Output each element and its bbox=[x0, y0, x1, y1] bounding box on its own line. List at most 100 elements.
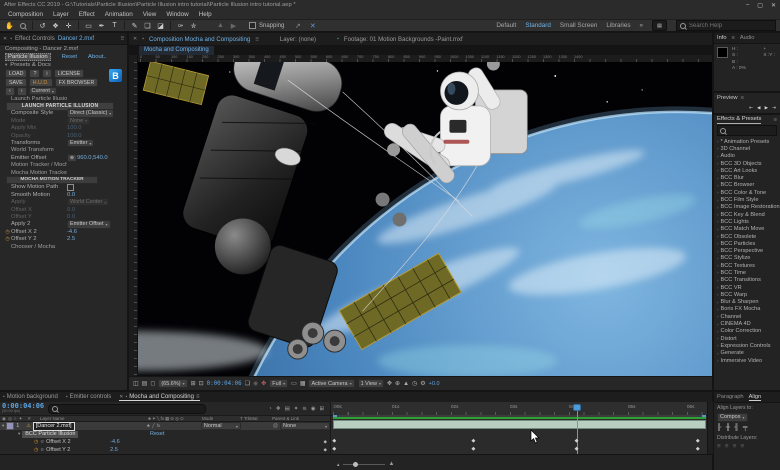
workspace-standard[interactable]: Standard bbox=[525, 22, 551, 29]
effect-controls-tab[interactable]: Effect Controls bbox=[15, 35, 55, 42]
exposure-value[interactable]: +0.0 bbox=[429, 381, 440, 387]
hand-tool[interactable]: ✋ bbox=[4, 20, 15, 31]
keyframe-diamond[interactable]: ◆ bbox=[696, 438, 700, 444]
primary-viewer-icon[interactable]: ▤ bbox=[142, 380, 148, 387]
snapping-checkbox[interactable] bbox=[249, 22, 256, 29]
effect-category-distort[interactable]: ›Distort bbox=[714, 335, 780, 342]
license-button[interactable]: LICENSE bbox=[54, 69, 85, 78]
twirl-right-icon[interactable]: › bbox=[717, 256, 719, 261]
shape-tool[interactable]: ▭ bbox=[83, 20, 94, 31]
timeline-track-area[interactable]: :00s01s02s03s04s05s06s ◆◆◆◆◆◆◆◆ bbox=[330, 402, 708, 454]
info-button[interactable]: i bbox=[42, 69, 51, 78]
align-horizontal-center-button[interactable]: ╫ bbox=[726, 424, 731, 431]
menu-animation[interactable]: Animation bbox=[105, 11, 133, 18]
twirl-right-icon[interactable]: › bbox=[717, 314, 719, 319]
twirl-right-icon[interactable]: › bbox=[717, 161, 719, 166]
twirl-down-icon[interactable]: ▾ bbox=[2, 423, 4, 429]
align-right-button[interactable]: ╢ bbox=[734, 424, 739, 431]
workspace-small-screen[interactable]: Small Screen bbox=[560, 22, 597, 29]
timeline-button-icon[interactable]: ◷ bbox=[412, 380, 417, 387]
transparency-grid-icon[interactable]: ▦ bbox=[300, 380, 306, 387]
panel-menu-icon[interactable]: ≡ bbox=[774, 117, 777, 123]
twirl-right-icon[interactable]: › bbox=[717, 146, 719, 151]
tab-paragraph[interactable]: Paragraph bbox=[717, 394, 744, 400]
effect-category-generate[interactable]: ›Generate bbox=[714, 350, 780, 357]
prev-preset-button[interactable]: ‹ bbox=[5, 87, 15, 96]
clone-stamp-tool[interactable]: ❏ bbox=[142, 20, 153, 31]
reset-link[interactable]: Reset bbox=[62, 54, 77, 60]
frame-blending-icon[interactable]: ✦ bbox=[294, 406, 299, 412]
property-value[interactable]: -4.6 bbox=[110, 439, 119, 445]
effect-category-bcc-obsolete[interactable]: ›BCC Obsolete bbox=[714, 233, 780, 240]
brainstorm-icon[interactable]: ◉ bbox=[311, 406, 316, 412]
effect-name[interactable]: Particle Illusion bbox=[5, 53, 51, 61]
workspace-default[interactable]: Default bbox=[496, 22, 516, 29]
zoom-in-mountain-icon[interactable]: ▲ bbox=[388, 461, 394, 467]
keyframe-diamond[interactable]: ◆ bbox=[575, 446, 579, 452]
snapshot-icon[interactable]: ❑ bbox=[245, 380, 250, 387]
solo-column-icon[interactable]: ○ bbox=[14, 416, 17, 422]
menu-effect[interactable]: Effect bbox=[79, 11, 95, 18]
close-button[interactable]: ✕ bbox=[771, 2, 776, 9]
effects-search-box[interactable] bbox=[717, 125, 777, 136]
effect-category-bcc-match-move[interactable]: ›BCC Match Move bbox=[714, 226, 780, 233]
layer-switch-icon[interactable]: ♣ bbox=[147, 423, 150, 429]
effect-category-boris-fx-mocha[interactable]: ›Boris FX Mocha bbox=[714, 306, 780, 313]
timeline-search-box[interactable] bbox=[48, 404, 206, 414]
roto-brush-tool[interactable]: ✑ bbox=[175, 20, 186, 31]
panel-menu-icon[interactable]: ≡ bbox=[732, 35, 735, 41]
panel-menu-icon[interactable]: ≡ bbox=[255, 36, 259, 43]
about-link[interactable]: About.. bbox=[88, 54, 107, 60]
audio-column-icon[interactable]: ◎ bbox=[8, 416, 12, 422]
type-tool[interactable]: T bbox=[109, 20, 120, 31]
param-value[interactable]: 100.0 bbox=[67, 125, 82, 131]
keyframe-diamond[interactable]: ◆ bbox=[471, 438, 475, 444]
layer-duration-bar[interactable] bbox=[333, 420, 706, 429]
tab-info[interactable]: Info bbox=[717, 35, 727, 41]
time-ruler[interactable]: :00s01s02s03s04s05s06s bbox=[331, 402, 708, 416]
effect-category-bcc-image-restoration[interactable]: ›BCC Image Restoration bbox=[714, 204, 780, 211]
effect-category-bcc-vr[interactable]: ›BCC VR bbox=[714, 284, 780, 291]
twirl-right-icon[interactable]: › bbox=[717, 343, 719, 348]
graph-icon[interactable]: ≋ bbox=[40, 447, 44, 453]
effect-category-bcc-color-tone[interactable]: ›BCC Color & Tone bbox=[714, 189, 780, 196]
tab-composition[interactable]: Composition Mocha and Compositing bbox=[149, 36, 250, 43]
tab-layer[interactable]: Layer: (none) bbox=[280, 36, 316, 43]
twirl-right-icon[interactable]: › bbox=[717, 329, 719, 334]
menu-window[interactable]: Window bbox=[166, 11, 188, 18]
pixel-aspect-icon[interactable]: ⊕ bbox=[395, 380, 400, 387]
comp-mini-flowchart-icon[interactable]: ◔ bbox=[268, 406, 271, 412]
pan-behind-tool[interactable]: ✛ bbox=[63, 20, 74, 31]
zoom-slider-knob[interactable] bbox=[353, 462, 358, 467]
workspace-overflow-icon[interactable]: » bbox=[639, 22, 643, 29]
twirl-right-icon[interactable]: › bbox=[717, 234, 719, 239]
effect-category-color-correction[interactable]: ›Color Correction bbox=[714, 328, 780, 335]
param-checkbox[interactable] bbox=[67, 184, 74, 191]
hud-button[interactable]: H.U.D. bbox=[29, 78, 53, 87]
twirl-right-icon[interactable]: › bbox=[717, 322, 719, 327]
effect-category-bcc-stylize[interactable]: ›BCC Stylize bbox=[714, 255, 780, 262]
twirl-right-icon[interactable]: › bbox=[717, 190, 719, 195]
twirl-right-icon[interactable]: › bbox=[717, 227, 719, 232]
effect-category-animation-presets[interactable]: ›* Animation Presets bbox=[714, 138, 780, 145]
twirl-right-icon[interactable]: › bbox=[717, 183, 719, 188]
draft-3d-icon[interactable]: ❖ bbox=[276, 406, 281, 412]
menu-composition[interactable]: Composition bbox=[8, 11, 43, 18]
effect-name[interactable]: BCC Particle Illusion bbox=[22, 431, 78, 438]
borisfx-logo[interactable]: B bbox=[109, 69, 122, 82]
view-options-icon[interactable]: ◻ bbox=[150, 380, 155, 387]
twirl-right-icon[interactable]: › bbox=[717, 307, 719, 312]
twirl-right-icon[interactable]: › bbox=[717, 300, 719, 305]
first-frame-button[interactable]: ⇤ bbox=[749, 105, 753, 111]
snapping-toggle[interactable]: Snapping bbox=[249, 22, 284, 29]
property-value[interactable]: 2.5 bbox=[110, 447, 118, 453]
twirl-right-icon[interactable]: › bbox=[717, 168, 719, 173]
next-frame-button[interactable]: ⇥ bbox=[772, 105, 776, 111]
zoom-tool[interactable] bbox=[17, 20, 28, 31]
twirl-right-icon[interactable]: › bbox=[717, 198, 719, 203]
twirl-right-icon[interactable]: › bbox=[717, 278, 719, 283]
workspace-libraries[interactable]: Libraries bbox=[606, 22, 630, 29]
camera-dropdown[interactable]: Active Camera▾ bbox=[308, 379, 354, 388]
current-time-display[interactable]: 0:00:04:06 bbox=[207, 381, 242, 387]
load-button[interactable]: LOAD bbox=[5, 69, 27, 78]
